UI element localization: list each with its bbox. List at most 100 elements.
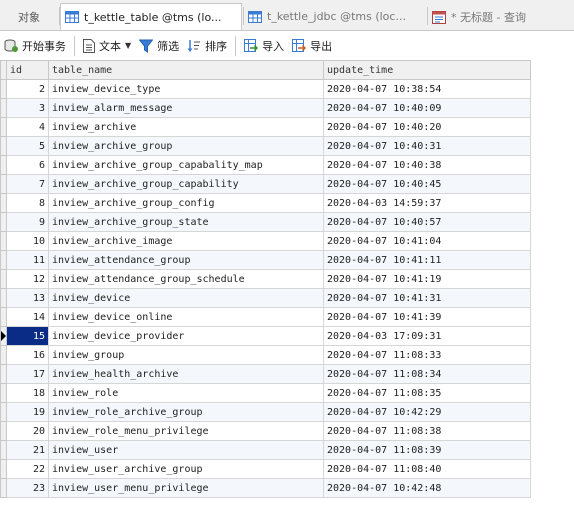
column-header-update-time[interactable]: update_time (323, 60, 531, 80)
cell-update-time[interactable]: 2020-04-07 11:08:34 (323, 364, 531, 384)
table-row[interactable]: 20 inview_role_menu_privilege 2020-04-07 1… (0, 421, 531, 441)
cell-id[interactable]: 10 (6, 231, 49, 251)
sort-button[interactable]: 排序 (183, 35, 231, 57)
cell-id[interactable]: 17 (6, 364, 49, 384)
cell-id[interactable]: 20 (6, 421, 49, 441)
cell-table-name[interactable]: inview_device_type (48, 79, 324, 99)
cell-update-time[interactable]: 2020-04-07 10:41:39 (323, 307, 531, 327)
cell-table-name[interactable]: inview_group (48, 345, 324, 365)
table-row[interactable]: 6 inview_archive_group_capabality_map 2020… (0, 155, 531, 175)
cell-update-time[interactable]: 2020-04-07 10:40:31 (323, 136, 531, 156)
table-row[interactable]: 19 inview_role_archive_group 2020-04-07 10… (0, 402, 531, 422)
cell-update-time[interactable]: 2020-04-07 10:41:31 (323, 288, 531, 308)
cell-id[interactable]: 19 (6, 402, 49, 422)
table-row[interactable]: 4 inview_archive 2020-04-07 10:40:20 (0, 117, 531, 137)
cell-update-time[interactable]: 2020-04-07 10:40:45 (323, 174, 531, 194)
table-row[interactable]: 11 inview_attendance_group 2020-04-07 10:4… (0, 250, 531, 270)
cell-id[interactable]: 23 (6, 478, 49, 498)
cell-table-name[interactable]: inview_attendance_group_schedule (48, 269, 324, 289)
cell-update-time[interactable]: 2020-04-03 14:59:37 (323, 193, 531, 213)
cell-table-name[interactable]: inview_role (48, 383, 324, 403)
cell-update-time[interactable]: 2020-04-07 10:38:54 (323, 79, 531, 99)
cell-update-time[interactable]: 2020-04-07 10:41:11 (323, 250, 531, 270)
cell-id[interactable]: 18 (6, 383, 49, 403)
tab-untitled-query[interactable]: * 无标题 - 查询 (428, 3, 574, 30)
cell-id[interactable]: 7 (6, 174, 49, 194)
cell-update-time[interactable]: 2020-04-07 11:08:39 (323, 440, 531, 460)
cell-table-name[interactable]: inview_alarm_message (48, 98, 324, 118)
cell-id[interactable]: 22 (6, 459, 49, 479)
begin-transaction-button[interactable]: 开始事务 (0, 35, 70, 57)
cell-table-name[interactable]: inview_health_archive (48, 364, 324, 384)
cell-id[interactable]: 21 (6, 440, 49, 460)
cell-update-time[interactable]: 2020-04-07 10:42:29 (323, 402, 531, 422)
cell-table-name[interactable]: inview_archive_group_config (48, 193, 324, 213)
cell-update-time[interactable]: 2020-04-07 10:42:48 (323, 478, 531, 498)
cell-table-name[interactable]: inview_user_archive_group (48, 459, 324, 479)
table-row[interactable]: 14 inview_device_online 2020-04-07 10:41:3… (0, 307, 531, 327)
cell-table-name[interactable]: inview_device (48, 288, 324, 308)
import-button[interactable]: 导入 (240, 35, 288, 57)
text-button[interactable]: 文本 ▼ (79, 35, 135, 57)
cell-id[interactable]: 4 (6, 117, 49, 137)
table-row[interactable]: 8 inview_archive_group_config 2020-04-03 1… (0, 193, 531, 213)
cell-id[interactable]: 15 (6, 326, 49, 346)
cell-id[interactable]: 16 (6, 345, 49, 365)
cell-id[interactable]: 13 (6, 288, 49, 308)
cell-update-time[interactable]: 2020-04-07 10:41:19 (323, 269, 531, 289)
cell-update-time[interactable]: 2020-04-07 10:41:04 (323, 231, 531, 251)
tab-objects[interactable]: 对象 (0, 3, 58, 30)
table-row[interactable]: 2 inview_device_type 2020-04-07 10:38:54 (0, 79, 531, 99)
table-row[interactable]: 16 inview_group 2020-04-07 11:08:33 (0, 345, 531, 365)
table-row[interactable]: 3 inview_alarm_message 2020-04-07 10:40:09 (0, 98, 531, 118)
table-row[interactable]: 13 inview_device 2020-04-07 10:41:31 (0, 288, 531, 308)
cell-update-time[interactable]: 2020-04-07 10:40:09 (323, 98, 531, 118)
cell-update-time[interactable]: 2020-04-03 17:09:31 (323, 326, 531, 346)
export-button[interactable]: 导出 (288, 35, 336, 57)
cell-update-time[interactable]: 2020-04-07 11:08:38 (323, 421, 531, 441)
cell-id[interactable]: 9 (6, 212, 49, 232)
cell-id[interactable]: 3 (6, 98, 49, 118)
cell-table-name[interactable]: inview_device_provider (48, 326, 324, 346)
cell-id[interactable]: 14 (6, 307, 49, 327)
table-row[interactable]: 18 inview_role 2020-04-07 11:08:35 (0, 383, 531, 403)
table-row[interactable]: 7 inview_archive_group_capability 2020-04-… (0, 174, 531, 194)
cell-id[interactable]: 8 (6, 193, 49, 213)
cell-id[interactable]: 5 (6, 136, 49, 156)
cell-update-time[interactable]: 2020-04-07 10:40:20 (323, 117, 531, 137)
column-header-id[interactable]: id (6, 60, 49, 80)
cell-table-name[interactable]: inview_archive_group_capabality_map (48, 155, 324, 175)
column-header-table-name[interactable]: table_name (48, 60, 324, 80)
cell-table-name[interactable]: inview_user (48, 440, 324, 460)
cell-id[interactable]: 2 (6, 79, 49, 99)
cell-update-time[interactable]: 2020-04-07 10:40:38 (323, 155, 531, 175)
cell-id[interactable]: 11 (6, 250, 49, 270)
cell-table-name[interactable]: inview_archive_image (48, 231, 324, 251)
cell-table-name[interactable]: inview_device_online (48, 307, 324, 327)
tab-t-kettle-jdbc[interactable]: t_kettle_jdbc @tms (loc... (244, 3, 426, 30)
table-row[interactable]: 12 inview_attendance_group_schedule 2020-0… (0, 269, 531, 289)
filter-button[interactable]: 筛选 (135, 35, 183, 57)
table-row[interactable]: 10 inview_archive_image 2020-04-07 10:41:0… (0, 231, 531, 251)
cell-id[interactable]: 6 (6, 155, 49, 175)
cell-table-name[interactable]: inview_archive_group (48, 136, 324, 156)
cell-table-name[interactable]: inview_attendance_group (48, 250, 324, 270)
cell-update-time[interactable]: 2020-04-07 11:08:33 (323, 345, 531, 365)
cell-update-time[interactable]: 2020-04-07 11:08:40 (323, 459, 531, 479)
table-row[interactable]: 15 inview_device_provider 2020-04-03 17:09… (0, 326, 531, 346)
cell-table-name[interactable]: inview_archive (48, 117, 324, 137)
cell-id[interactable]: 12 (6, 269, 49, 289)
cell-table-name[interactable]: inview_user_menu_privilege (48, 478, 324, 498)
table-row[interactable]: 5 inview_archive_group 2020-04-07 10:40:31 (0, 136, 531, 156)
cell-table-name[interactable]: inview_archive_group_capability (48, 174, 324, 194)
table-row[interactable]: 22 inview_user_archive_group 2020-04-07 11… (0, 459, 531, 479)
tab-t-kettle-table[interactable]: t_kettle_table @tms (lo... (60, 3, 242, 30)
table-row[interactable]: 9 inview_archive_group_state 2020-04-07 10… (0, 212, 531, 232)
cell-table-name[interactable]: inview_role_menu_privilege (48, 421, 324, 441)
cell-table-name[interactable]: inview_role_archive_group (48, 402, 324, 422)
table-row[interactable]: 17 inview_health_archive 2020-04-07 11:08:… (0, 364, 531, 384)
cell-update-time[interactable]: 2020-04-07 11:08:35 (323, 383, 531, 403)
table-row[interactable]: 21 inview_user 2020-04-07 11:08:39 (0, 440, 531, 460)
cell-table-name[interactable]: inview_archive_group_state (48, 212, 324, 232)
table-row[interactable]: 23 inview_user_menu_privilege 2020-04-07 1… (0, 478, 531, 498)
